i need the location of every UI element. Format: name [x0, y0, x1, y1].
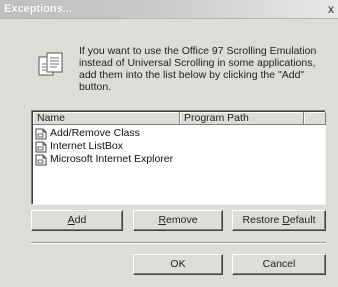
title-bar[interactable]: Exceptions... x: [0, 0, 338, 19]
remove-button[interactable]: Remove: [133, 210, 223, 231]
add-button-accelerator: A: [67, 214, 75, 226]
restore-button-label: efault: [289, 214, 316, 226]
application-file-icon: [35, 141, 47, 153]
application-file-icon: [35, 154, 47, 166]
restore-button-label-prefix: Restore: [242, 214, 283, 226]
list-item-name: Microsoft Internet Explorer: [50, 153, 174, 165]
remove-button-label: emove: [166, 214, 198, 226]
list-header: Name Program Path: [33, 112, 326, 125]
close-icon[interactable]: x: [328, 3, 338, 16]
list-item-name: Add/Remove Class: [50, 127, 140, 139]
instruction-text: If you want to use the Office 97 Scrolli…: [79, 45, 317, 93]
column-header-program-path[interactable]: Program Path: [180, 112, 304, 125]
list-item[interactable]: Add/Remove Class: [34, 127, 173, 140]
remove-button-accelerator: R: [158, 214, 167, 226]
column-header-name[interactable]: Name: [33, 112, 180, 125]
exceptions-list[interactable]: Name Program Path Add/Remove Class Inter…: [31, 110, 326, 205]
application-file-icon: [35, 128, 47, 140]
list-item[interactable]: Internet ListBox: [34, 140, 173, 153]
ok-button[interactable]: OK: [133, 254, 223, 275]
restore-button-accelerator: D: [282, 214, 290, 226]
document-list-icon: [38, 52, 63, 76]
add-button[interactable]: Add: [31, 210, 123, 231]
window-title: Exceptions...: [4, 3, 72, 15]
list-item-name: Internet ListBox: [50, 140, 123, 152]
separator-line: [31, 242, 326, 244]
cancel-button[interactable]: Cancel: [232, 254, 326, 275]
list-item[interactable]: Microsoft Internet Explorer: [34, 153, 173, 166]
add-button-label: dd: [74, 214, 87, 226]
restore-default-button[interactable]: Restore Default: [232, 210, 326, 231]
column-header-blank[interactable]: [304, 112, 326, 125]
